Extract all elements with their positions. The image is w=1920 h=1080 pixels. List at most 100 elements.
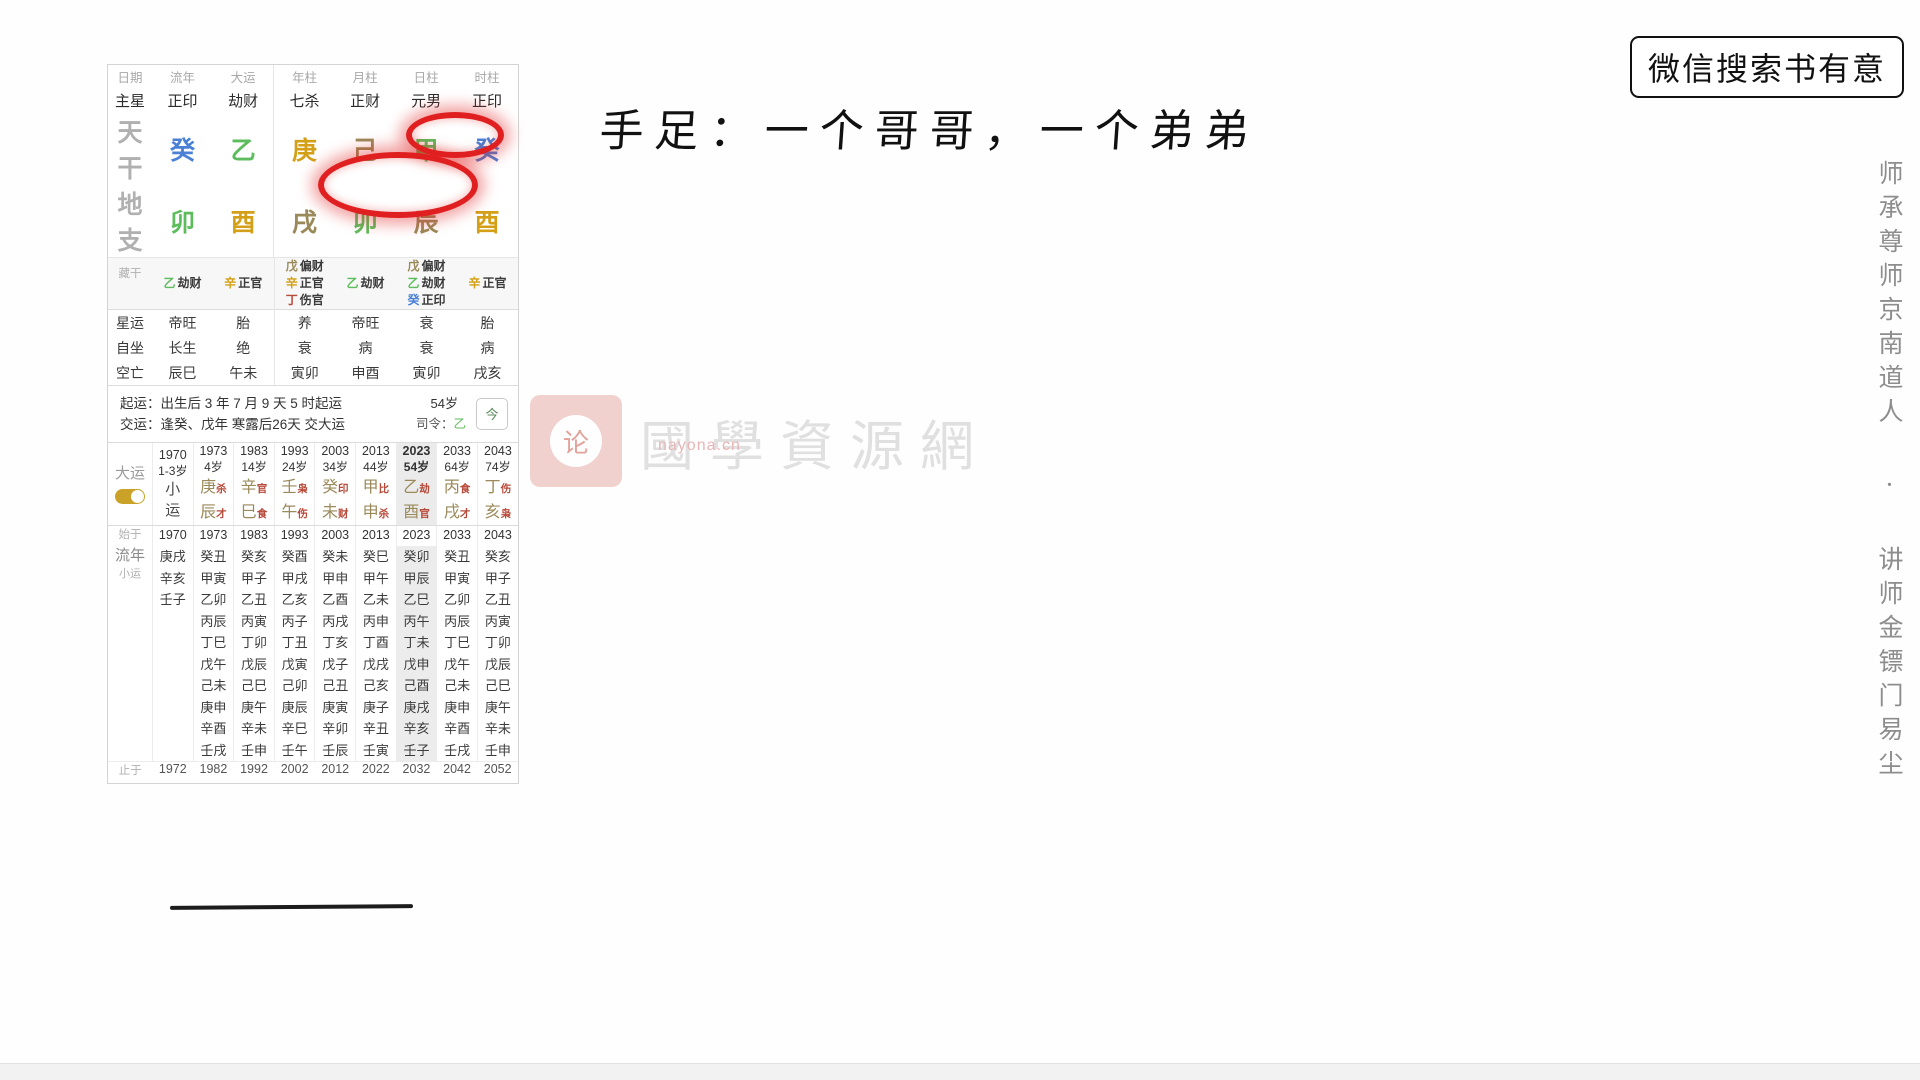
- liunian-cell[interactable]: 癸巳: [356, 546, 396, 568]
- liunian-cell[interactable]: 己卯: [275, 675, 315, 697]
- liunian-cell[interactable]: 乙巳: [397, 589, 437, 611]
- liunian-cell[interactable]: 癸亥: [478, 546, 518, 568]
- liunian-col-5[interactable]: 癸巳 甲午 乙未 丙申 丁酉 戊戌 己亥 庚子 辛丑 壬寅: [355, 546, 397, 762]
- liunian-cell[interactable]: 癸丑: [437, 546, 477, 568]
- dayun-item-8[interactable]: 2043 74岁 丁伤 亥枭: [476, 443, 518, 525]
- liunian-cell[interactable]: 乙未: [356, 589, 396, 611]
- liunian-cell[interactable]: 庚午: [234, 697, 274, 719]
- dayun-item-4[interactable]: 2003 34岁 癸印 未财: [314, 443, 356, 525]
- dayun-item-5[interactable]: 2013 44岁 甲比 申杀: [355, 443, 397, 525]
- liunian-col-8[interactable]: 癸亥 甲子 乙丑 丙寅 丁卯 戊辰 己巳 庚午 辛未 壬申: [476, 546, 518, 762]
- liunian-cell[interactable]: 己未: [194, 675, 234, 697]
- liunian-cell[interactable]: 戊寅: [275, 654, 315, 676]
- liunian-col-6[interactable]: 癸卯 甲辰 乙巳 丙午 丁未 戊申 己酉 庚戌 辛亥 壬子: [395, 546, 437, 762]
- liunian-cell[interactable]: 戊午: [194, 654, 234, 676]
- liunian-cell[interactable]: 壬午: [275, 740, 315, 762]
- liunian-col-2[interactable]: 癸亥 甲子 乙丑 丙寅 丁卯 戊辰 己巳 庚午 辛未 壬申: [233, 546, 275, 762]
- liunian-cell[interactable]: 庚辰: [275, 697, 315, 719]
- dayun-toggle[interactable]: [115, 489, 145, 504]
- liunian-cell[interactable]: [153, 697, 193, 719]
- liunian-cell[interactable]: 甲寅: [437, 568, 477, 590]
- liunian-cell[interactable]: 戊辰: [234, 654, 274, 676]
- liunian-cell[interactable]: 丁未: [397, 632, 437, 654]
- liunian-cell[interactable]: 壬辰: [315, 740, 355, 762]
- liunian-cell[interactable]: 丁巳: [437, 632, 477, 654]
- dayun-item-0[interactable]: 1970 1-3岁 小 运: [152, 443, 194, 525]
- liunian-cell[interactable]: 丙寅: [478, 611, 518, 633]
- liunian-cell[interactable]: 壬子: [397, 740, 437, 762]
- dizhi-0[interactable]: 卯: [152, 185, 213, 257]
- liunian-cell[interactable]: 庚戌: [153, 546, 193, 568]
- liunian-cell[interactable]: 癸丑: [194, 546, 234, 568]
- liunian-cell[interactable]: 甲午: [356, 568, 396, 590]
- liunian-cell[interactable]: 己未: [437, 675, 477, 697]
- liunian-cell[interactable]: 甲戌: [275, 568, 315, 590]
- dayun-label-cell[interactable]: 大运: [108, 443, 153, 525]
- liunian-cell[interactable]: 丁巳: [194, 632, 234, 654]
- liunian-cell[interactable]: 甲申: [315, 568, 355, 590]
- dayun-item-2[interactable]: 1983 14岁 辛官 巳食: [233, 443, 275, 525]
- liunian-cell[interactable]: 丁亥: [315, 632, 355, 654]
- liunian-cell[interactable]: 戊子: [315, 654, 355, 676]
- liunian-cell[interactable]: 甲寅: [194, 568, 234, 590]
- liunian-cell[interactable]: 丙午: [397, 611, 437, 633]
- liunian-cell[interactable]: 庚申: [194, 697, 234, 719]
- dizhi-1[interactable]: 酉: [212, 185, 275, 257]
- liunian-cell[interactable]: 丁酉: [356, 632, 396, 654]
- liunian-cell[interactable]: 戊午: [437, 654, 477, 676]
- liunian-cell[interactable]: 丁卯: [478, 632, 518, 654]
- liunian-cell[interactable]: [153, 632, 193, 654]
- liunian-cell[interactable]: 甲子: [234, 568, 274, 590]
- liunian-col-4[interactable]: 癸未 甲申 乙酉 丙戌 丁亥 戊子 己丑 庚寅 辛卯 壬辰: [314, 546, 356, 762]
- liunian-cell[interactable]: 癸未: [315, 546, 355, 568]
- liunian-cell[interactable]: [153, 611, 193, 633]
- liunian-cell[interactable]: 辛酉: [437, 718, 477, 740]
- liunian-cell[interactable]: 癸酉: [275, 546, 315, 568]
- liunian-cell[interactable]: 己丑: [315, 675, 355, 697]
- tiangan-0[interactable]: 癸: [152, 113, 213, 185]
- liunian-cell[interactable]: 丙子: [275, 611, 315, 633]
- liunian-cell[interactable]: 己巳: [478, 675, 518, 697]
- liunian-cell[interactable]: 丙申: [356, 611, 396, 633]
- liunian-cell[interactable]: 甲辰: [397, 568, 437, 590]
- liunian-cell[interactable]: 丙辰: [437, 611, 477, 633]
- liunian-cell[interactable]: 乙卯: [194, 589, 234, 611]
- liunian-col-7[interactable]: 癸丑 甲寅 乙卯 丙辰 丁巳 戊午 己未 庚申 辛酉 壬戌: [436, 546, 478, 762]
- liunian-cell[interactable]: 辛卯: [315, 718, 355, 740]
- liunian-cell[interactable]: 乙丑: [234, 589, 274, 611]
- liunian-cell[interactable]: 乙卯: [437, 589, 477, 611]
- liunian-col-0[interactable]: 庚戌 辛亥 壬子: [152, 546, 194, 762]
- liunian-cell[interactable]: 壬戌: [194, 740, 234, 762]
- liunian-cell[interactable]: 丁丑: [275, 632, 315, 654]
- today-button[interactable]: 今: [476, 398, 508, 430]
- liunian-cell[interactable]: 甲子: [478, 568, 518, 590]
- liunian-cell[interactable]: 辛丑: [356, 718, 396, 740]
- liunian-cell[interactable]: [153, 740, 193, 762]
- liunian-cell[interactable]: 壬戌: [437, 740, 477, 762]
- dayun-item-3[interactable]: 1993 24岁 壬枭 午伤: [273, 443, 315, 525]
- liunian-cell[interactable]: 壬子: [153, 589, 193, 611]
- liunian-col-1[interactable]: 癸丑 甲寅 乙卯 丙辰 丁巳 戊午 己未 庚申 辛酉 壬戌: [192, 546, 234, 762]
- liunian-cell[interactable]: 丙辰: [194, 611, 234, 633]
- liunian-cell[interactable]: 己亥: [356, 675, 396, 697]
- liunian-cell[interactable]: 己巳: [234, 675, 274, 697]
- liunian-cell[interactable]: 戊辰: [478, 654, 518, 676]
- liunian-cell[interactable]: 庚寅: [315, 697, 355, 719]
- liunian-cell[interactable]: 乙酉: [315, 589, 355, 611]
- liunian-cell[interactable]: 壬申: [478, 740, 518, 762]
- liunian-cell[interactable]: 戊申: [397, 654, 437, 676]
- liunian-cell[interactable]: [153, 654, 193, 676]
- liunian-cell[interactable]: 乙丑: [478, 589, 518, 611]
- liunian-cell[interactable]: 癸卯: [397, 546, 437, 568]
- liunian-cell[interactable]: [153, 718, 193, 740]
- liunian-cell[interactable]: [153, 675, 193, 697]
- liunian-cell[interactable]: 庚子: [356, 697, 396, 719]
- liunian-cell[interactable]: 壬申: [234, 740, 274, 762]
- liunian-cell[interactable]: 辛未: [478, 718, 518, 740]
- liunian-cell[interactable]: 戊戌: [356, 654, 396, 676]
- liunian-cell[interactable]: 庚午: [478, 697, 518, 719]
- dayun-item-6[interactable]: 2023 54岁 乙劫 酉官: [395, 443, 437, 525]
- dayun-item-7[interactable]: 2033 64岁 丙食 戌才: [436, 443, 478, 525]
- liunian-cell[interactable]: 丁卯: [234, 632, 274, 654]
- liunian-cell[interactable]: 辛亥: [397, 718, 437, 740]
